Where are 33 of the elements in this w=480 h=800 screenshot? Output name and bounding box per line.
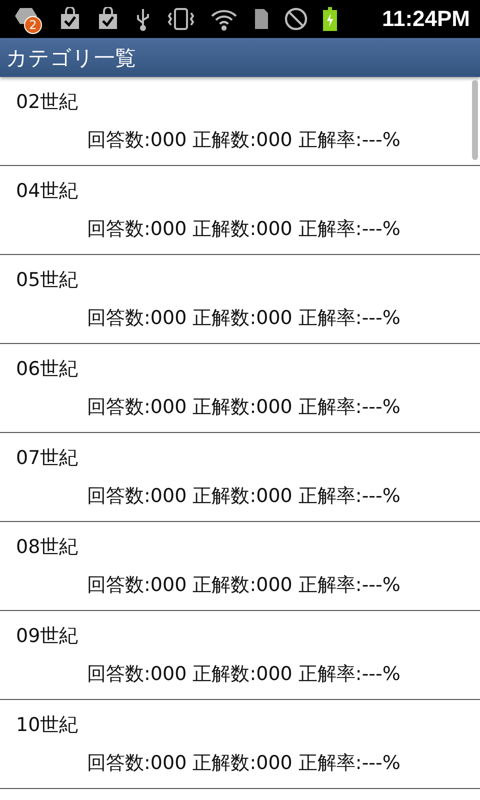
category-row[interactable]: 08世紀 回答数:000 正解数:000 正解率:---% (0, 522, 480, 611)
usb-icon (134, 7, 152, 31)
category-row[interactable]: 06世紀 回答数:000 正解数:000 正解率:---% (0, 344, 480, 433)
category-stats: 回答数:000 正解数:000 正解率:---% (87, 217, 400, 242)
category-stats: 回答数:000 正解数:000 正解率:---% (87, 484, 400, 509)
wifi-icon (210, 7, 238, 31)
category-row[interactable]: 04世紀 回答数:000 正解数:000 正解率:---% (0, 166, 480, 255)
phone-vibrate-icon (166, 7, 196, 31)
category-stats: 回答数:000 正解数:000 正解率:---% (87, 395, 400, 420)
category-stats: 回答数:000 正解数:000 正解率:---% (87, 751, 400, 776)
category-row[interactable]: 07世紀 回答数:000 正解数:000 正解率:---% (0, 433, 480, 522)
category-name: 09世紀 (16, 624, 78, 649)
clock-time: 11:24PM (382, 6, 470, 32)
screen-title: カテゴリ一覧 (6, 44, 136, 72)
category-stats: 回答数:000 正解数:000 正解率:---% (87, 306, 400, 331)
category-name: 06世紀 (16, 357, 78, 382)
category-stats: 回答数:000 正解数:000 正解率:---% (87, 128, 400, 153)
category-row[interactable]: 05世紀 回答数:000 正解数:000 正解率:---% (0, 255, 480, 344)
sim-card-icon (252, 7, 270, 31)
category-name: 07世紀 (16, 446, 78, 471)
shopping-bag-icon (96, 7, 120, 31)
category-name: 04世紀 (16, 179, 78, 204)
no-entry-icon (284, 7, 308, 31)
category-row[interactable]: 09世紀 回答数:000 正解数:000 正解率:---% (0, 611, 480, 700)
category-row[interactable]: 10世紀 回答数:000 正解数:000 正解率:---% (0, 700, 480, 789)
category-stats: 回答数:000 正解数:000 正解率:---% (87, 662, 400, 687)
notification-badge: 2 (24, 16, 42, 34)
category-name: 10世紀 (16, 713, 78, 738)
category-stats: 回答数:000 正解数:000 正解率:---% (87, 573, 400, 598)
shopping-bag-icon (58, 7, 82, 31)
category-name: 02世紀 (16, 90, 78, 115)
category-name: 08世紀 (16, 535, 78, 560)
category-name: 05世紀 (16, 268, 78, 293)
